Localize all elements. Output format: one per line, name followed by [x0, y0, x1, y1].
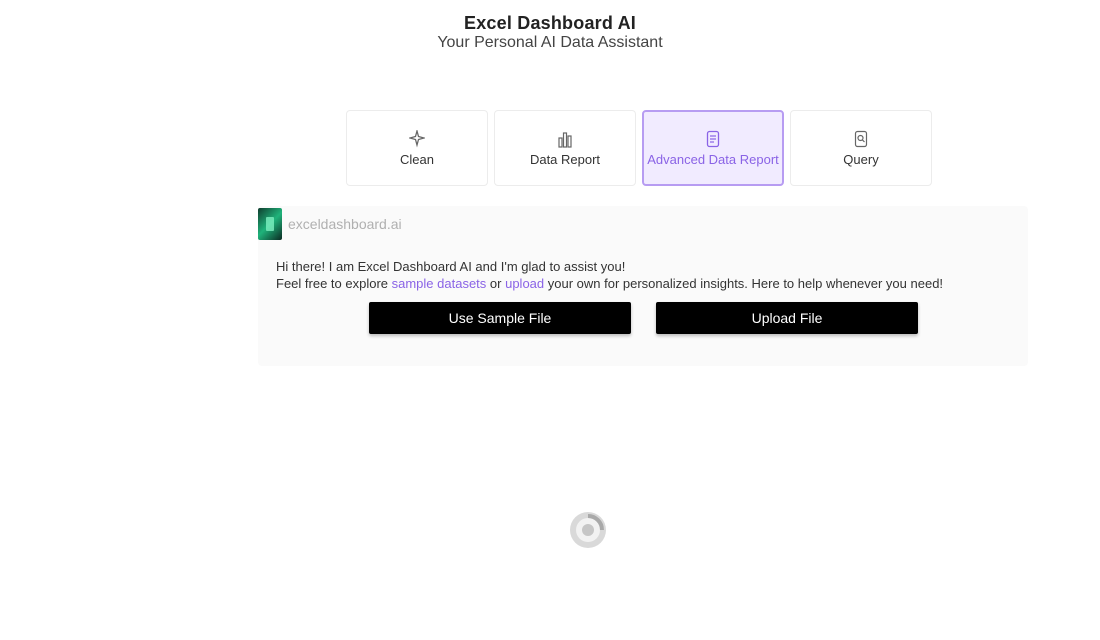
search-icon	[853, 130, 869, 148]
upload-link[interactable]: upload	[505, 276, 544, 291]
app-subtitle: Your Personal AI Data Assistant	[437, 34, 663, 51]
greeting-line-1: Hi there! I am Excel Dashboard AI and I'…	[276, 259, 626, 274]
mode-card-advanced-data-report[interactable]: Advanced Data Report	[642, 110, 784, 186]
bot-name: exceldashboard.ai	[288, 216, 402, 232]
mode-label: Clean	[400, 151, 434, 167]
sparkle-icon	[409, 129, 425, 148]
mode-card-clean[interactable]: Clean	[346, 110, 488, 186]
sample-datasets-link[interactable]: sample datasets	[392, 276, 487, 291]
mode-selector: Clean Data Report Advanced Data Report Q…	[346, 110, 932, 186]
app-title: Excel Dashboard AI	[464, 13, 636, 33]
upload-file-button[interactable]: Upload File	[656, 302, 918, 334]
greeting-text-prefix: Feel free to explore	[276, 276, 392, 291]
use-sample-file-button[interactable]: Use Sample File	[369, 302, 631, 334]
loading-spinner-icon	[564, 506, 612, 554]
greeting-line-2: Feel free to explore sample datasets or …	[276, 275, 943, 292]
greeting-text-mid: or	[486, 276, 506, 291]
app-header: Excel Dashboard AI Your Personal AI Data…	[0, 12, 1100, 52]
mode-label: Data Report	[529, 151, 601, 167]
mode-card-query[interactable]: Query	[790, 110, 932, 186]
chat-message-panel: exceldashboard.ai Hi there! I am Excel D…	[258, 206, 1028, 366]
bot-avatar	[258, 208, 282, 240]
bot-header: exceldashboard.ai	[258, 208, 402, 240]
mode-card-data-report[interactable]: Data Report	[494, 110, 636, 186]
document-icon	[705, 130, 721, 148]
mode-label: Advanced Data Report	[647, 151, 779, 167]
greeting-message: Hi there! I am Excel Dashboard AI and I'…	[276, 258, 943, 292]
app-page: Excel Dashboard AI Your Personal AI Data…	[0, 0, 1100, 640]
greeting-text-suffix: your own for personalized insights. Here…	[544, 276, 944, 291]
mode-label: Query	[843, 151, 879, 167]
bar-chart-icon	[557, 130, 573, 148]
